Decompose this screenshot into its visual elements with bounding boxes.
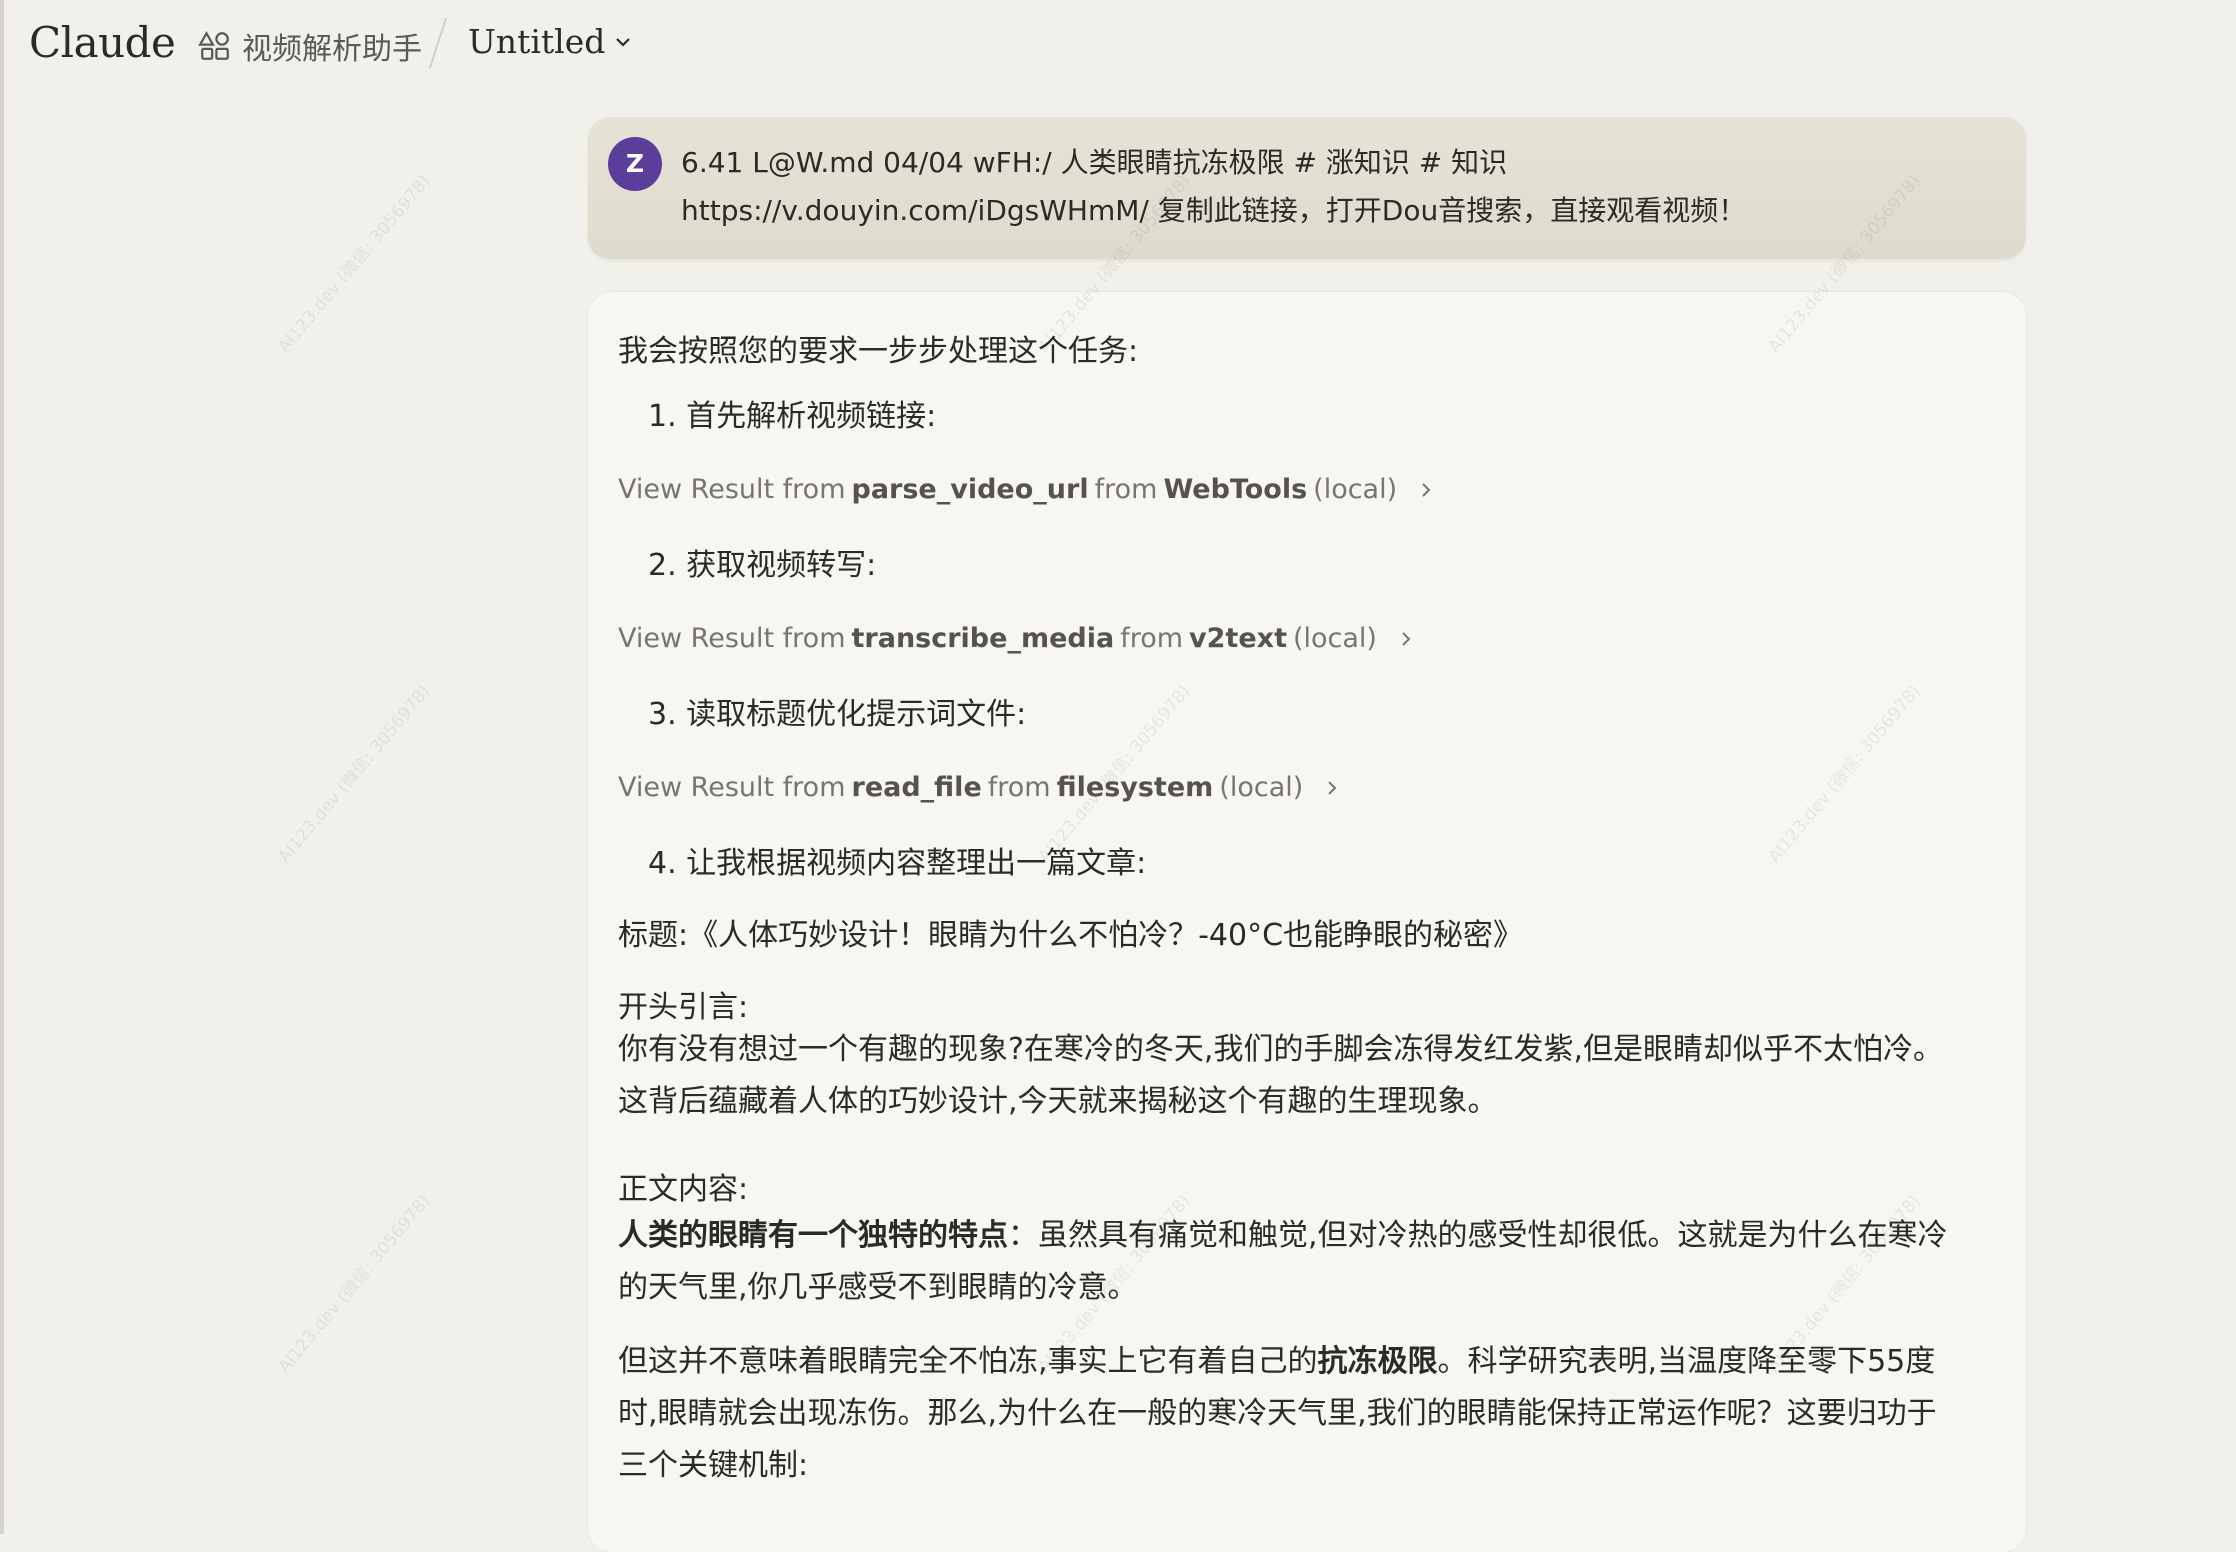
breadcrumb-separator (428, 18, 448, 68)
tool-result-mid: from (1120, 623, 1184, 654)
paragraph-2-text-a: 但这并不意味着眼睛完全不怕冻,事实上它有着自己的 (618, 1344, 1318, 1379)
tool-result-mid: from (987, 772, 1051, 803)
project-link[interactable]: 视频解析助手 (198, 24, 422, 68)
paragraph-2-bold: 抗冻极限 (1317, 1344, 1438, 1379)
tool-result-suffix: (local) (1292, 623, 1377, 654)
tool-result-suffix: (local) (1313, 474, 1398, 505)
tool-result-suffix: (local) (1219, 772, 1304, 803)
tool-server: WebTools (1163, 474, 1308, 505)
chevron-down-icon (616, 37, 631, 47)
body-heading: 正文内容: (618, 1172, 749, 1207)
user-message-text: 6.41 L@W.md 04/04 wFH:/ 人类眼睛抗冻极限 # 涨知识 #… (681, 146, 1747, 227)
body-paragraph-1: 人类的眼睛有一个独特的特点：虽然具有痛觉和触觉,但对冷热的感受性却很低。这就是为… (618, 1210, 1948, 1314)
chevron-right-icon (1402, 631, 1411, 646)
tool-name: parse_video_url (851, 474, 1089, 505)
claude-logo[interactable]: Claude (29, 18, 176, 67)
body-paragraph-2: 但这并不意味着眼睛完全不怕冻,事实上它有着自己的抗冻极限。科学研究表明,当温度降… (618, 1336, 1948, 1492)
watermark: AI123.dev (微信: 3056978) (274, 681, 435, 867)
watermark: AI123.dev (微信: 3056978) (274, 1191, 435, 1377)
step-3: 3. 读取标题优化提示词文件: (648, 697, 1027, 732)
watermark: AI123.dev (微信: 3056978) (274, 171, 435, 357)
chevron-right-icon (1328, 780, 1337, 795)
paragraph-1-bold: 人类的眼睛有一个独特的特点 (618, 1218, 1008, 1253)
intro-paragraph: 你有没有想过一个有趣的现象?在寒冷的冬天,我们的手脚会冻得发红发紫,但是眼睛却似… (618, 1032, 1943, 1119)
intro-heading: 开头引言: (618, 990, 749, 1025)
chat-title: Untitled (468, 22, 606, 61)
chevron-right-icon (1422, 482, 1431, 497)
tool-result-prefix: View Result from (618, 474, 846, 505)
tool-result-transcribe-media[interactable]: View Result from transcribe_media from v… (618, 623, 1415, 654)
tool-result-mid: from (1094, 474, 1158, 505)
window-edge (0, 0, 4, 1534)
step-1: 1. 首先解析视频链接: (648, 399, 937, 434)
tool-result-parse-video-url[interactable]: View Result from parse_video_url from We… (618, 474, 1435, 505)
user-avatar: Z (608, 137, 662, 191)
assistant-message: 我会按照您的要求一步步处理这个任务: 1. 首先解析视频链接: View Res… (588, 292, 2026, 1552)
project-name: 视频解析助手 (242, 32, 422, 67)
step-4: 4. 让我根据视频内容整理出一篇文章: (648, 846, 1147, 881)
tool-name: transcribe_media (851, 623, 1115, 654)
top-bar: Claude 视频解析助手 Untitled (0, 0, 2236, 90)
tool-server: v2text (1189, 623, 1287, 654)
tool-name: read_file (851, 772, 982, 803)
tool-result-read-file[interactable]: View Result from read_file from filesyst… (618, 772, 1341, 803)
tool-result-prefix: View Result from (618, 623, 846, 654)
chat-title-menu[interactable]: Untitled (468, 22, 633, 61)
project-icon (198, 30, 229, 60)
article-title: 标题:《人体巧妙设计！眼睛为什么不怕冷？-40°C也能睁眼的秘密》 (618, 918, 1524, 953)
step-2: 2. 获取视频转写: (648, 548, 877, 583)
tool-result-prefix: View Result from (618, 772, 846, 803)
user-message: Z 6.41 L@W.md 04/04 wFH:/ 人类眼睛抗冻极限 # 涨知识… (588, 117, 2026, 259)
